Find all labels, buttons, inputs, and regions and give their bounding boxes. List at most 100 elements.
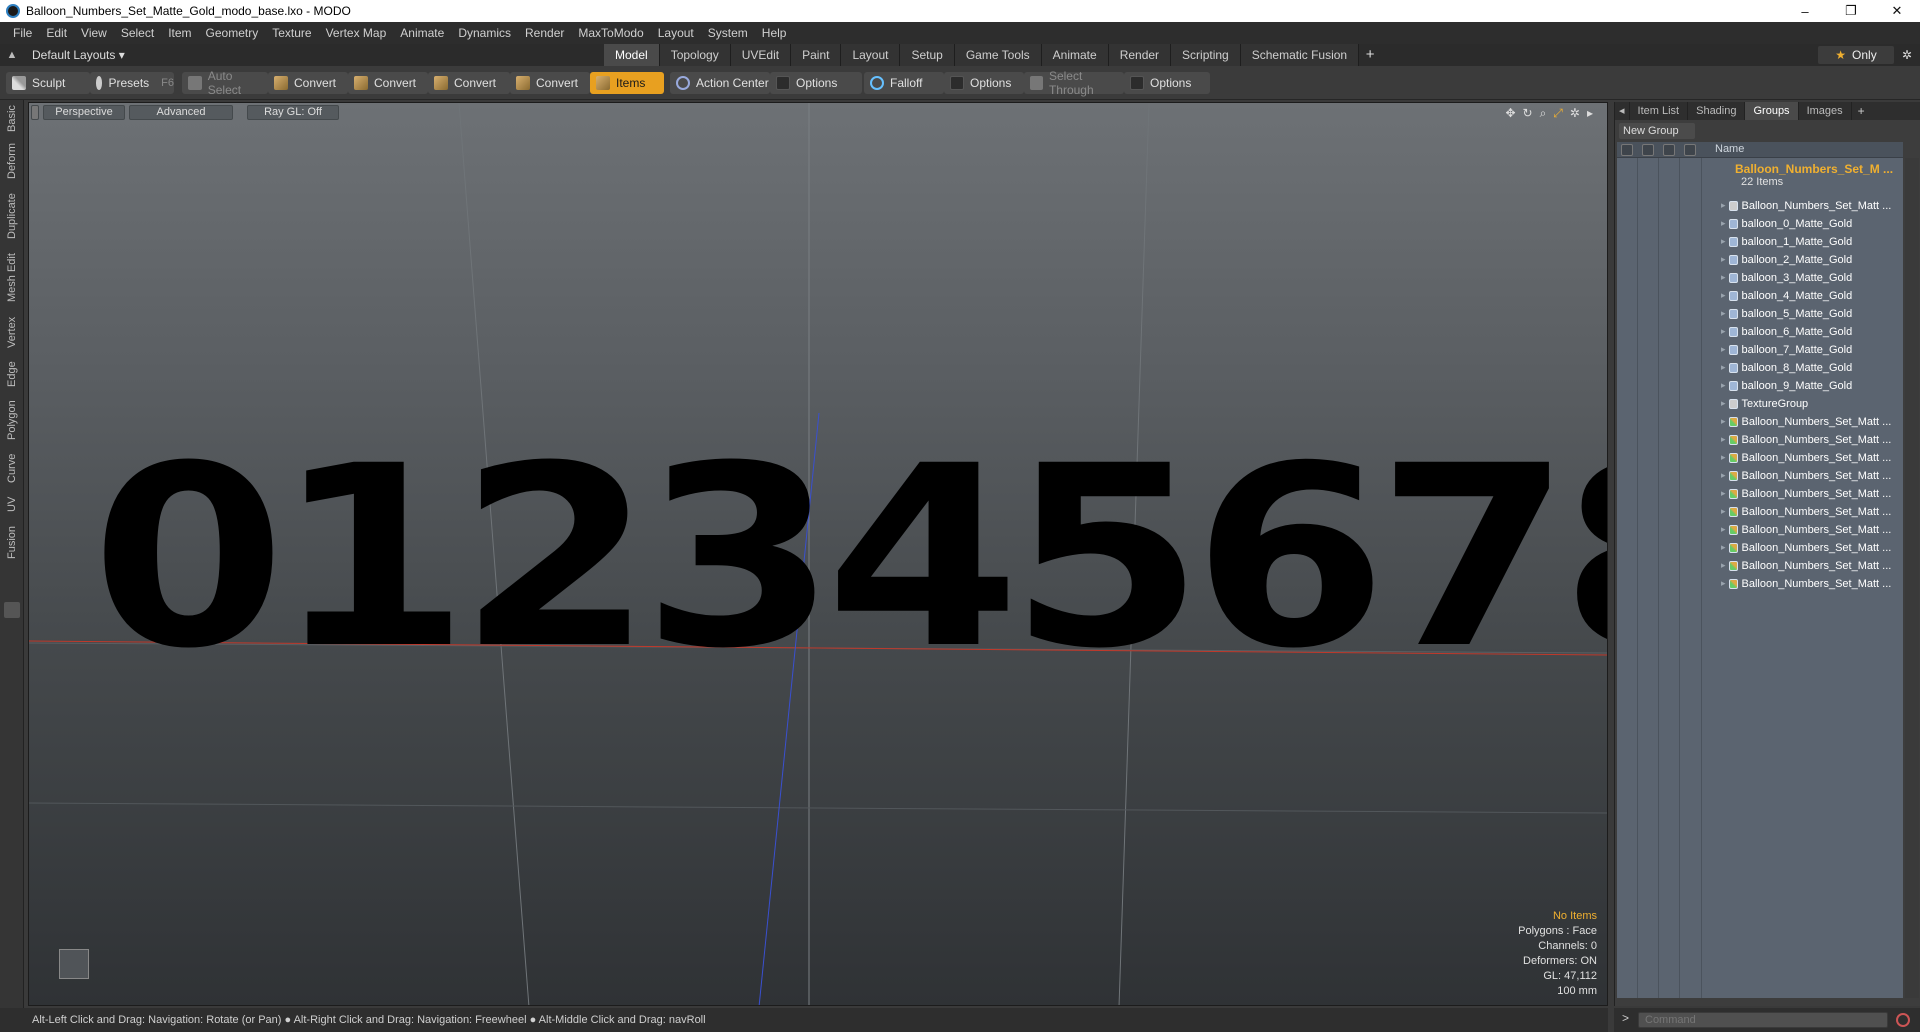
render-column-icon[interactable]	[1642, 144, 1654, 156]
gear-icon[interactable]: ✲	[1896, 44, 1918, 66]
expand-arrow-icon[interactable]: ▸	[1587, 106, 1593, 121]
menu-maxtomodo[interactable]: MaxToModo	[571, 22, 650, 44]
expand-arrow-icon[interactable]: ▸	[1721, 398, 1726, 409]
tab-schematic-fusion[interactable]: Schematic Fusion	[1240, 44, 1360, 66]
tree-row[interactable]: ▸ balloon_3_Matte_Gold	[1721, 270, 1852, 285]
tab-scripting[interactable]: Scripting	[1171, 44, 1241, 66]
panel-menu-icon[interactable]: ◂	[1615, 102, 1630, 120]
tree-row[interactable]: ▸ balloon_8_Matte_Gold	[1721, 360, 1852, 375]
menu-animate[interactable]: Animate	[393, 22, 451, 44]
fit-icon[interactable]: ⤢	[1553, 106, 1563, 121]
tab-uvedit[interactable]: UVEdit	[730, 44, 792, 66]
add-layout-tab-button[interactable]: +	[1359, 44, 1381, 66]
select-through-options-button[interactable]: Options	[1124, 72, 1210, 94]
maximize-button[interactable]: ❐	[1828, 0, 1874, 22]
tab-setup[interactable]: Setup	[900, 44, 955, 66]
tab-paint[interactable]: Paint	[791, 44, 842, 66]
vtab-deform[interactable]: Deform	[2, 140, 22, 182]
tab-shading[interactable]: Shading	[1688, 102, 1746, 120]
vtab-vertex[interactable]: Vertex	[2, 312, 22, 352]
vtab-uv[interactable]: UV	[2, 492, 22, 516]
tab-topology[interactable]: Topology	[659, 44, 731, 66]
tree-row[interactable]: ▸ Balloon_Numbers_Set_Matt ...	[1721, 540, 1891, 555]
tab-render[interactable]: Render	[1108, 44, 1172, 66]
menu-help[interactable]: Help	[755, 22, 794, 44]
3d-viewport[interactable]: Perspective Advanced Ray GL: Off ✥ ↻ ⌕ ⤢…	[28, 102, 1608, 1006]
tree-row[interactable]: ▸ Balloon_Numbers_Set_Matt ...	[1721, 558, 1891, 573]
convert-item-button[interactable]: Convert	[510, 72, 590, 94]
shading-mode-button[interactable]: Advanced	[129, 105, 233, 120]
vtab-mesh-edit[interactable]: Mesh Edit	[2, 250, 22, 306]
falloff-options-button[interactable]: Options	[944, 72, 1024, 94]
tree-row[interactable]: ▸ TextureGroup	[1721, 396, 1808, 411]
vtab-curve[interactable]: Curve	[2, 450, 22, 486]
record-macro-icon[interactable]	[1896, 1013, 1910, 1027]
expand-arrow-icon[interactable]: ▸	[1721, 218, 1726, 229]
tree-row[interactable]: ▸ balloon_6_Matte_Gold	[1721, 324, 1852, 339]
action-center-button[interactable]: Action Center	[670, 72, 770, 94]
menu-geometry[interactable]: Geometry	[199, 22, 266, 44]
tree-row[interactable]: ▸ Balloon_Numbers_Set_Matt ...	[1721, 522, 1891, 537]
menu-edit[interactable]: Edit	[39, 22, 74, 44]
menu-file[interactable]: File	[6, 22, 39, 44]
expand-arrow-icon[interactable]: ▸	[1721, 452, 1726, 463]
settings-icon[interactable]: ✲	[1570, 106, 1580, 121]
tree-row[interactable]: ▸ balloon_2_Matte_Gold	[1721, 252, 1852, 267]
menu-item[interactable]: Item	[161, 22, 198, 44]
tree-row[interactable]: ▸ balloon_9_Matte_Gold	[1721, 378, 1852, 393]
lock-column-icon[interactable]	[1663, 144, 1675, 156]
convert-vertex-button[interactable]: Convert	[268, 72, 348, 94]
expand-arrow-icon[interactable]: ▸	[1721, 308, 1726, 319]
expand-arrow-icon[interactable]: ▸	[1721, 254, 1726, 265]
tab-model[interactable]: Model	[604, 44, 660, 66]
expand-arrow-icon[interactable]: ▸	[1721, 434, 1726, 445]
expand-arrow-icon[interactable]: ▸	[1721, 416, 1726, 427]
menu-select[interactable]: Select	[114, 22, 161, 44]
vtab-fusion[interactable]: Fusion	[2, 522, 22, 562]
convert-polygon-button[interactable]: Convert	[428, 72, 510, 94]
menu-dynamics[interactable]: Dynamics	[451, 22, 518, 44]
expand-arrow-icon[interactable]: ▸	[1721, 362, 1726, 373]
tree-row[interactable]: ▸ balloon_7_Matte_Gold	[1721, 342, 1852, 357]
vtab-basic[interactable]: Basic	[2, 104, 22, 134]
presets-button[interactable]: Presets F6	[90, 72, 174, 94]
tab-layout[interactable]: Layout	[841, 44, 901, 66]
add-panel-tab-button[interactable]: +	[1852, 102, 1871, 120]
tab-groups[interactable]: Groups	[1745, 102, 1799, 120]
menu-vertex-map[interactable]: Vertex Map	[319, 22, 394, 44]
only-button[interactable]: ★ Only	[1818, 46, 1894, 64]
expand-arrow-icon[interactable]: ▸	[1721, 524, 1726, 535]
expand-arrow-icon[interactable]: ▸	[1721, 380, 1726, 391]
expand-arrow-icon[interactable]: ▸	[1721, 560, 1726, 571]
vtab-duplicate[interactable]: Duplicate	[2, 188, 22, 244]
expand-arrow-icon[interactable]: ▸	[1721, 236, 1726, 247]
menu-system[interactable]: System	[701, 22, 755, 44]
menu-view[interactable]: View	[74, 22, 114, 44]
zoom-icon[interactable]: ⌕	[1540, 106, 1547, 121]
expand-arrow-icon[interactable]: ▸	[1721, 290, 1726, 301]
root-group-row[interactable]: Balloon_Numbers_Set_M ...	[1721, 162, 1893, 176]
select-through-button[interactable]: Select Through	[1024, 69, 1124, 97]
strip-toggle-button[interactable]	[4, 602, 20, 618]
tree-scrollbar[interactable]	[1905, 158, 1919, 998]
tab-images[interactable]: Images	[1799, 102, 1852, 120]
tree-row[interactable]: ▸ balloon_1_Matte_Gold	[1721, 234, 1852, 249]
expand-arrow-icon[interactable]: ▸	[1721, 488, 1726, 499]
view-mode-button[interactable]: Perspective	[43, 105, 125, 120]
expand-arrow-icon[interactable]: ▸	[1721, 542, 1726, 553]
sculpt-button[interactable]: Sculpt	[6, 72, 90, 94]
vtab-polygon[interactable]: Polygon	[2, 396, 22, 444]
tree-row[interactable]: ▸ Balloon_Numbers_Set_Matt ...	[1721, 414, 1891, 429]
tree-row[interactable]: ▸ Balloon_Numbers_Set_Matt ...	[1721, 576, 1891, 591]
tree-row[interactable]: ▸ Balloon_Numbers_Set_Matt ...	[1721, 432, 1891, 447]
raygl-button[interactable]: Ray GL: Off	[247, 105, 339, 120]
menu-layout[interactable]: Layout	[651, 22, 701, 44]
select-column-icon[interactable]	[1684, 144, 1696, 156]
tab-game-tools[interactable]: Game Tools	[954, 44, 1042, 66]
expand-arrow-icon[interactable]: ▸	[1721, 578, 1726, 589]
balloon-numbers-model[interactable]: 0123456789	[91, 433, 1607, 683]
rotate-icon[interactable]: ↻	[1523, 106, 1533, 121]
expand-arrow-icon[interactable]: ▸	[1721, 326, 1726, 337]
tree-row[interactable]: ▸ Balloon_Numbers_Set_Matt ...	[1721, 504, 1891, 519]
layout-home-icon[interactable]: ▲	[0, 49, 24, 61]
